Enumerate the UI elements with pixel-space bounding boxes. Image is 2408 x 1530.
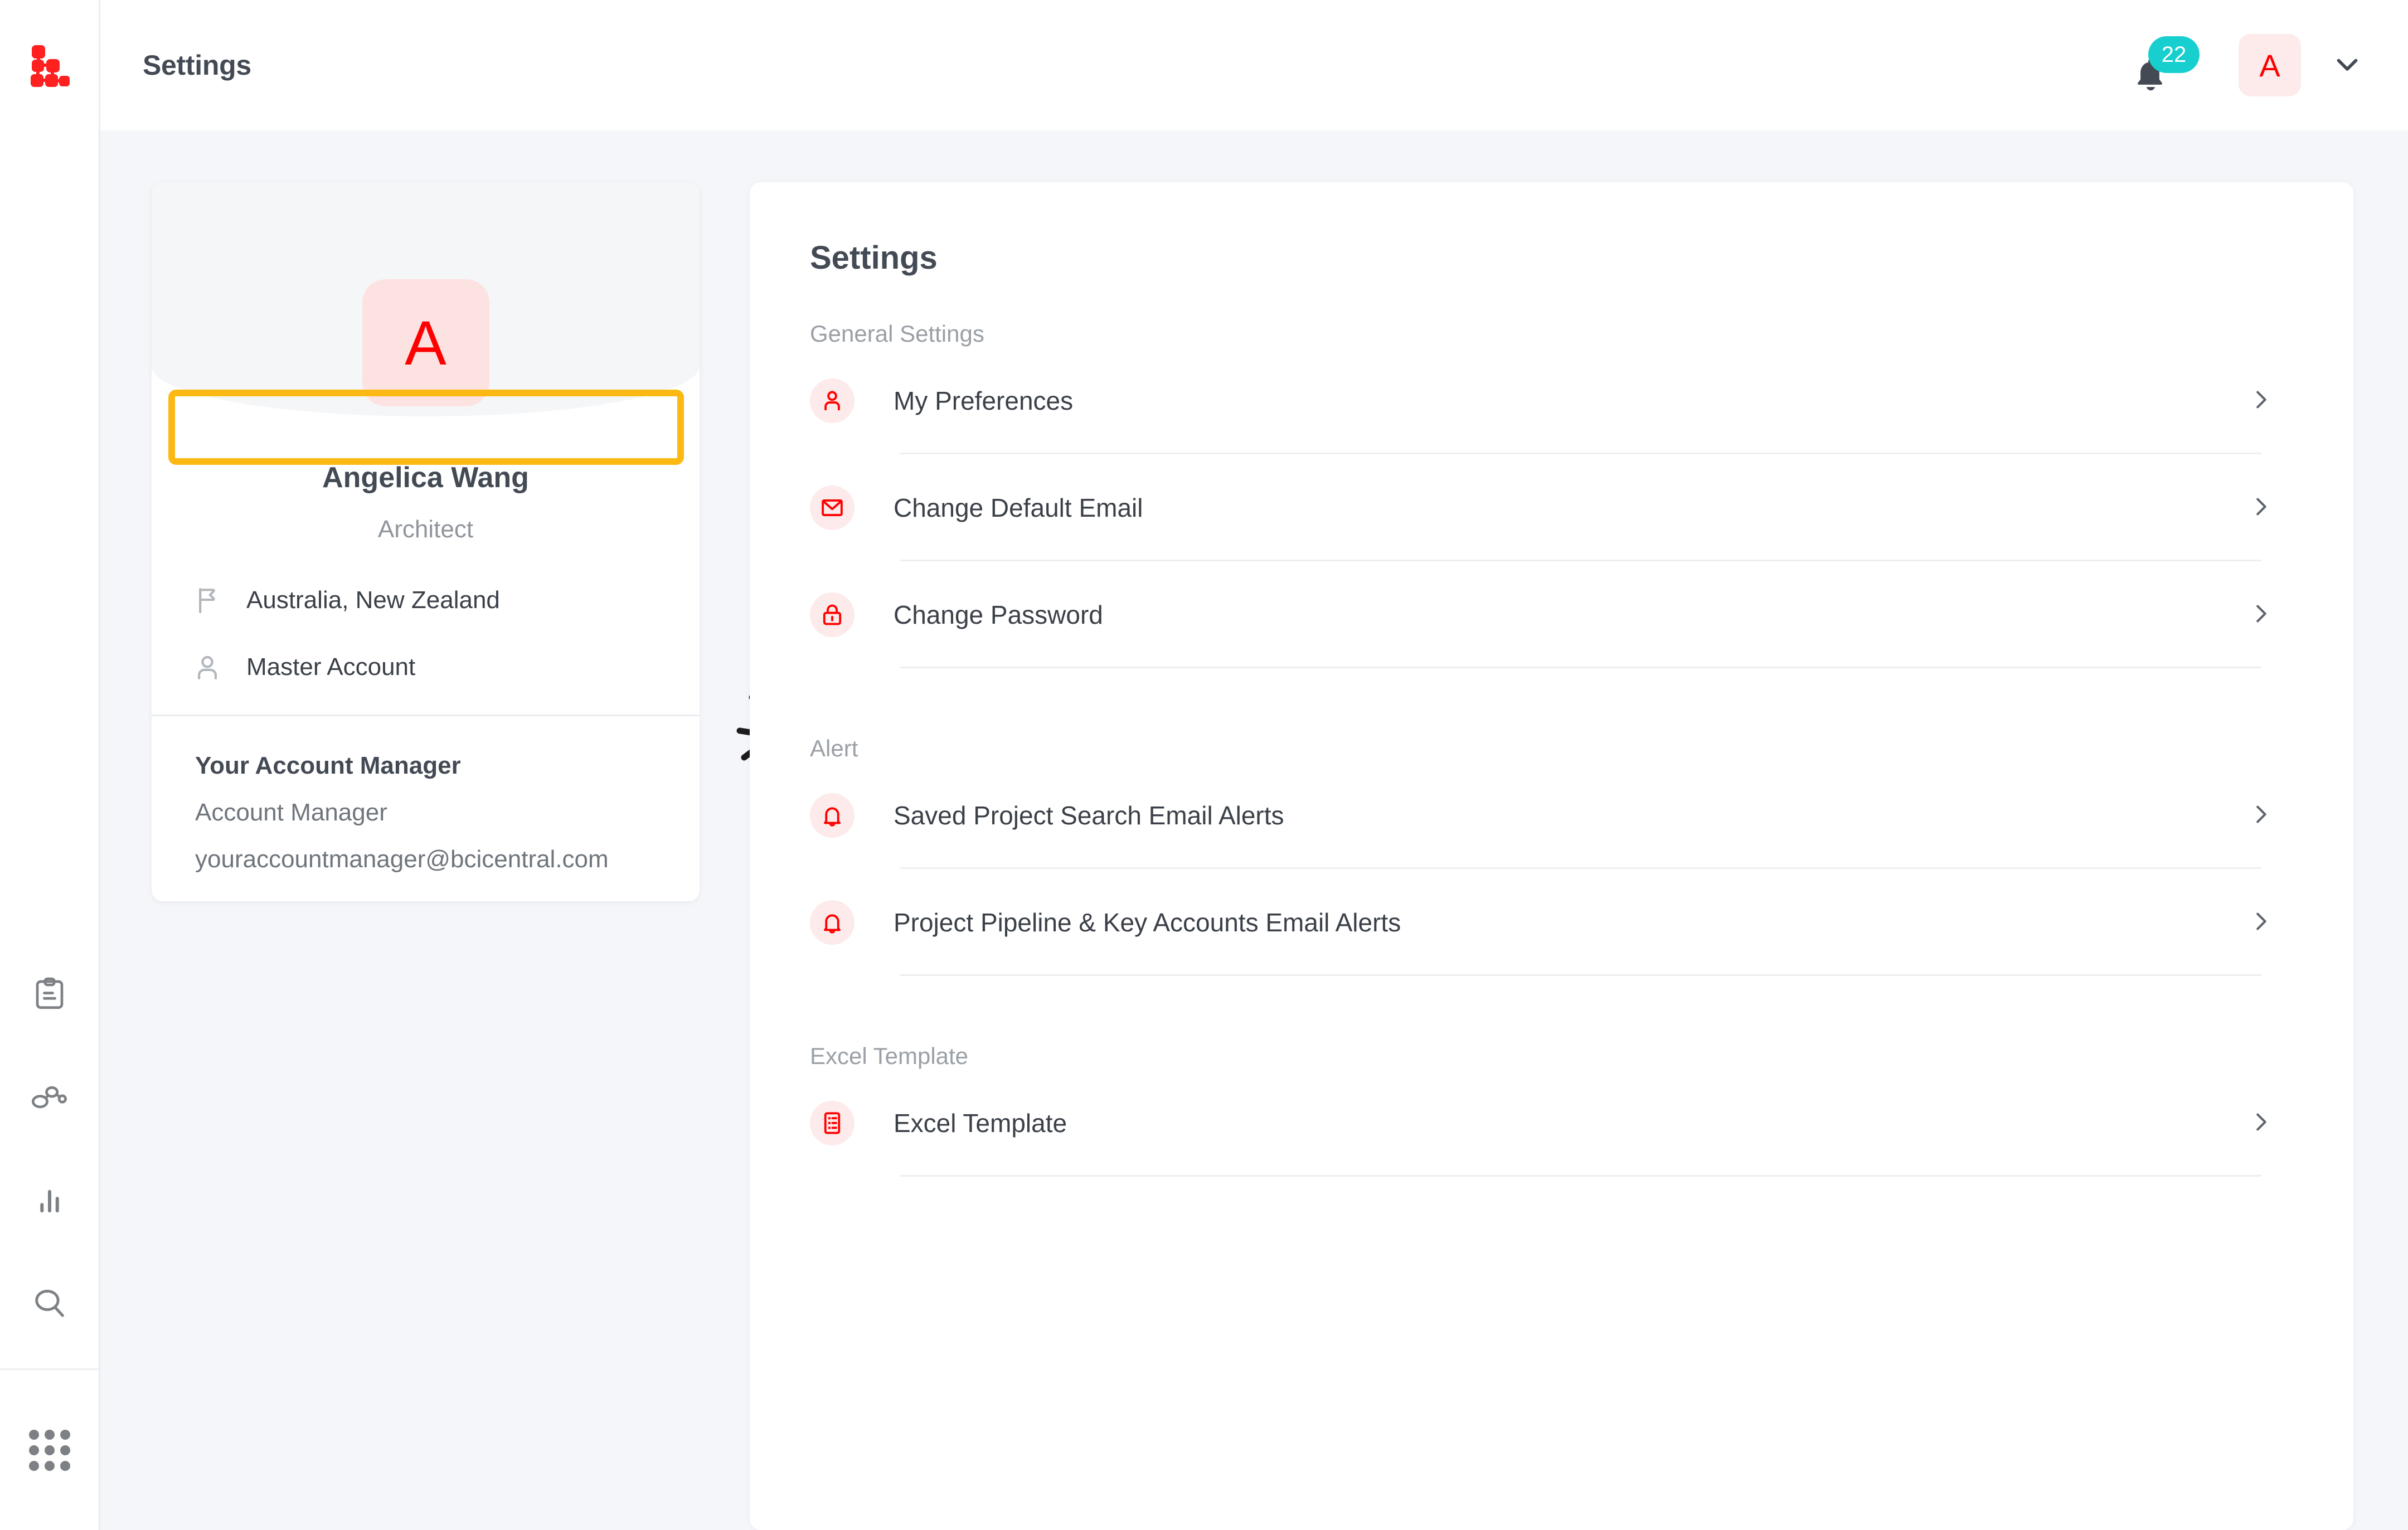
profile-role: Architect — [152, 516, 700, 543]
lock-icon — [810, 592, 855, 637]
settings-panel: Settings General Settings My Preferences — [750, 182, 2353, 1530]
profile-row-region[interactable]: Australia, New Zealand — [152, 567, 700, 634]
app-grid-icon — [29, 1430, 70, 1471]
bell-icon — [810, 793, 855, 838]
profile-divider — [152, 715, 700, 716]
rail-item-analytics[interactable] — [0, 1148, 99, 1251]
chevron-right-icon — [2248, 909, 2274, 937]
user-icon — [810, 378, 855, 423]
rail-item-apps[interactable] — [0, 1368, 99, 1530]
section-label-excel-template: Excel Template — [750, 1043, 2353, 1070]
avatar[interactable]: A — [2239, 34, 2301, 96]
account-manager-email: youraccountmanager@bcicentral.com — [195, 846, 674, 873]
header-actions: 22 A — [2115, 32, 2365, 99]
settings-row-label: Project Pipeline & Key Accounts Email Al… — [894, 907, 1401, 938]
account-manager-name: Account Manager — [195, 799, 674, 827]
app-root: Settings 22 A A Angelica Wang — [0, 0, 2408, 1530]
settings-panel-title: Settings — [810, 239, 938, 276]
bell-icon — [810, 900, 855, 945]
account-menu-button[interactable] — [2330, 47, 2365, 84]
settings-section-alert: Alert Saved Project Search Email Alerts — [750, 735, 2353, 976]
settings-row-change-default-email[interactable]: Change Default Email — [750, 454, 2353, 561]
settings-row-label: My Preferences — [894, 386, 1073, 416]
profile-avatar: A — [362, 279, 489, 406]
list-document-icon — [810, 1101, 855, 1145]
settings-sections: General Settings My Preferences — [750, 320, 2353, 1177]
settings-row-label: Saved Project Search Email Alerts — [894, 800, 1284, 830]
settings-row-excel-template[interactable]: Excel Template — [750, 1070, 2353, 1177]
chevron-right-icon — [2248, 494, 2274, 522]
chevron-down-icon — [2330, 47, 2365, 81]
row-separator — [900, 667, 2261, 668]
profile-row-region-label: Australia, New Zealand — [246, 586, 500, 614]
profile-card: A Angelica Wang Architect Australia, New… — [152, 182, 700, 901]
settings-row-project-pipeline-alerts[interactable]: Project Pipeline & Key Accounts Email Al… — [750, 869, 2353, 976]
notification-count-badge: 22 — [2148, 36, 2200, 73]
chevron-right-icon — [2248, 387, 2274, 415]
settings-section-excel-template: Excel Template — [750, 1043, 2353, 1177]
profile-row-account-label: Master Account — [246, 653, 415, 681]
chevron-right-icon — [2248, 601, 2274, 629]
row-separator — [900, 1175, 2261, 1177]
settings-section-general: General Settings My Preferences — [750, 320, 2353, 668]
settings-row-my-preferences[interactable]: My Preferences — [750, 347, 2353, 454]
rail-nav-list — [0, 942, 99, 1354]
settings-row-change-password[interactable]: Change Password — [750, 561, 2353, 668]
account-manager-block: Your Account Manager Account Manager you… — [195, 752, 674, 873]
chevron-right-icon — [2248, 1109, 2274, 1138]
clipboard-icon — [31, 975, 68, 1012]
bar-chart-icon — [31, 1182, 68, 1218]
account-manager-heading: Your Account Manager — [195, 752, 674, 780]
settings-row-label: Change Password — [894, 600, 1103, 630]
app-logo[interactable] — [0, 0, 99, 130]
profile-name: Angelica Wang — [152, 461, 700, 494]
user-icon — [192, 652, 223, 683]
search-icon — [30, 1284, 69, 1323]
page-body: A Angelica Wang Architect Australia, New… — [100, 130, 2408, 1530]
left-nav-rail — [0, 0, 100, 1530]
section-label-alert: Alert — [750, 735, 2353, 762]
profile-row-account[interactable]: Master Account — [152, 634, 700, 701]
page-title: Settings — [143, 49, 251, 81]
bci-network-logo-icon — [25, 41, 74, 90]
rail-item-companies[interactable] — [0, 1045, 99, 1148]
top-header-bar: Settings 22 A — [100, 0, 2408, 130]
network-nodes-icon — [30, 1079, 70, 1115]
settings-row-label: Excel Template — [894, 1108, 1067, 1138]
row-separator — [900, 974, 2261, 976]
flag-icon — [192, 585, 223, 616]
chevron-right-icon — [2248, 802, 2274, 830]
section-label-general: General Settings — [750, 320, 2353, 347]
notifications-button[interactable]: 22 — [2115, 32, 2198, 99]
settings-row-saved-project-search-alerts[interactable]: Saved Project Search Email Alerts — [750, 762, 2353, 869]
envelope-icon — [810, 485, 855, 530]
profile-row-list: Australia, New Zealand Master Account — [152, 567, 700, 701]
rail-item-search[interactable] — [0, 1251, 99, 1354]
settings-row-label: Change Default Email — [894, 493, 1143, 523]
rail-item-projects[interactable] — [0, 942, 99, 1045]
